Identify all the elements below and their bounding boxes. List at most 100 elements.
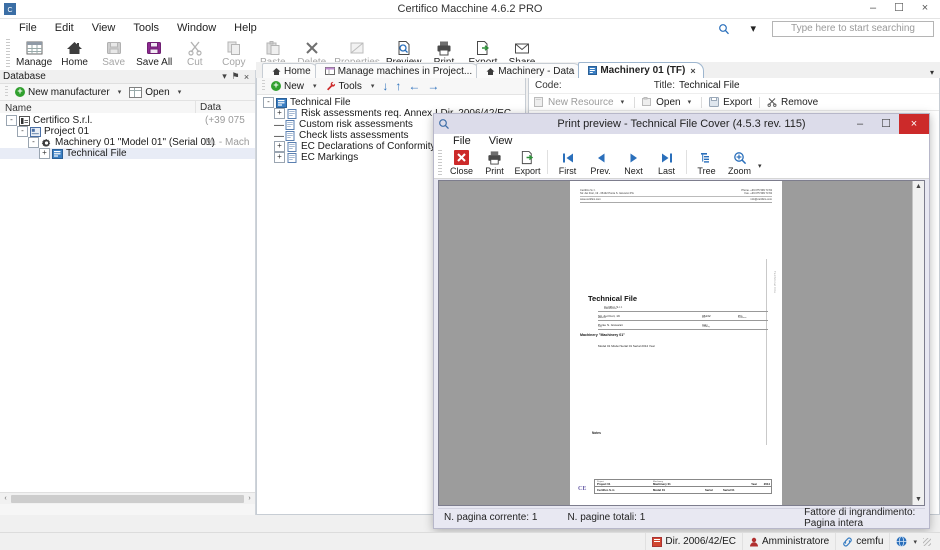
expander-icon[interactable]: - (6, 115, 17, 126)
menu-tools[interactable]: Tools (124, 20, 168, 36)
preview-close-button[interactable]: Close (445, 148, 478, 176)
status-connection[interactable]: cemfu (835, 533, 889, 550)
expander-icon[interactable]: - (28, 137, 39, 148)
tree-row[interactable]: - Project 01 (0, 126, 255, 137)
cut-button[interactable]: Cut (175, 37, 214, 68)
move-down-icon[interactable]: ↓ (380, 79, 390, 93)
menu-view[interactable]: View (83, 20, 125, 36)
menu-edit[interactable]: Edit (46, 20, 83, 36)
home-button[interactable]: Home (55, 37, 94, 68)
scroll-thumb[interactable] (11, 495, 244, 503)
panel-close-button[interactable]: × (241, 72, 252, 82)
tab-home[interactable]: Home (262, 63, 319, 78)
move-up-icon[interactable]: ↑ (393, 79, 403, 93)
scroll-up-arrow[interactable]: ▲ (913, 181, 924, 192)
minimize-button[interactable]: – (860, 0, 886, 17)
expander-icon[interactable]: + (274, 108, 285, 119)
open-caret[interactable]: ▾ (175, 88, 185, 96)
first-page-button[interactable]: First (551, 148, 584, 176)
dialog-close-button[interactable]: × (899, 114, 929, 134)
open-resource-caret[interactable]: ▾ (685, 98, 695, 106)
zoom-factor-status: Fattore di ingrandimento: Pagina intera (798, 507, 925, 529)
expander-icon[interactable]: - (17, 126, 28, 137)
zoom-icon (726, 149, 753, 166)
tree-toolbar-grip[interactable] (262, 80, 265, 92)
panel-pin-button[interactable]: ⚑ (230, 71, 241, 82)
tree-row[interactable]: + Technical File (0, 148, 255, 159)
menu-help[interactable]: Help (225, 20, 266, 36)
title-value[interactable]: Technical File (679, 80, 740, 91)
tree-button[interactable]: Tree (690, 148, 723, 176)
dialog-menu-file[interactable]: File (444, 134, 480, 148)
preview-export-button[interactable]: Export (511, 148, 544, 176)
dialog-title-bar[interactable]: Print preview - Technical File Cover (4.… (434, 114, 929, 134)
search-icon[interactable] (709, 21, 739, 37)
scroll-down-arrow[interactable]: ▼ (913, 494, 924, 505)
status-globe[interactable]: ▾ (889, 533, 940, 550)
database-hscrollbar[interactable]: ‹ › (0, 492, 255, 504)
prev-page-button[interactable]: Prev. (584, 148, 617, 176)
preview-icon (386, 38, 422, 57)
preview-print-button[interactable]: Print (478, 148, 511, 176)
copy-button[interactable]: Copy (214, 37, 253, 68)
new-manufacturer-button[interactable]: + New manufacturer (12, 86, 113, 99)
new-node-button[interactable]: + New (268, 80, 307, 93)
status-user[interactable]: Amministratore (742, 533, 835, 550)
zoom-button[interactable]: Zoom (723, 148, 756, 176)
tab-machinery-data[interactable]: Machinery - Data (476, 63, 582, 78)
new-manufacturer-caret[interactable]: ▾ (115, 88, 125, 96)
expander-icon[interactable]: + (274, 152, 285, 163)
new-resource-label[interactable]: New Resource (548, 97, 614, 108)
search-input[interactable]: Type here to start searching (772, 21, 934, 37)
last-page-button[interactable]: Last (650, 148, 683, 176)
panel-menu-button[interactable]: ▾ (219, 71, 230, 82)
tab-machinery-01-tf[interactable]: Machinery 01 (TF) × (578, 62, 703, 78)
toolbar-grip[interactable] (6, 39, 10, 69)
preview-canvas[interactable]: Certifico S.r.l. Phone. +39 075 599 73 6… (438, 180, 925, 506)
tree-row[interactable]: - Technical File (261, 97, 525, 108)
manage-button[interactable]: Manage (13, 37, 55, 68)
new-resource-caret[interactable]: ▾ (618, 98, 628, 106)
menu-file[interactable]: File (10, 20, 46, 36)
dialog-menu-view[interactable]: View (480, 134, 522, 148)
tools-caret[interactable]: ▾ (368, 82, 378, 90)
expander-icon[interactable]: - (263, 97, 274, 108)
dialog-maximize-button[interactable]: ☐ (873, 114, 899, 134)
tree-row[interactable]: - Machinery 01 "Model 01" (Serial 01) M.… (0, 137, 255, 148)
tree-row[interactable]: - Certifico S.r.l. (+39 075 (0, 115, 255, 126)
close-icon[interactable]: × (690, 66, 695, 76)
status-directive[interactable]: Dir. 2006/42/EC (645, 533, 742, 550)
expander-icon[interactable]: + (39, 148, 50, 159)
move-left-icon[interactable]: ← (406, 79, 422, 93)
remove-label[interactable]: Remove (781, 97, 818, 108)
save-all-button[interactable]: Save All (133, 37, 175, 68)
tools-button[interactable]: Tools (323, 80, 365, 93)
column-name[interactable]: Name (0, 103, 195, 114)
preview-vscrollbar[interactable]: ▲ ▼ (912, 181, 924, 505)
resize-grip[interactable] (923, 538, 931, 546)
chevron-down-icon[interactable]: ▾ (930, 68, 934, 77)
save-button[interactable]: Save (94, 37, 133, 68)
expander-icon[interactable]: + (274, 141, 285, 152)
panel-toolbar-grip[interactable] (5, 86, 8, 98)
scroll-right-arrow[interactable]: › (244, 495, 255, 502)
footer-extra-value: Serial 01 (723, 488, 735, 492)
zoom-caret[interactable]: ▾ (758, 162, 762, 170)
new-node-caret[interactable]: ▾ (310, 82, 320, 90)
open-button[interactable]: Open (126, 86, 172, 99)
close-button[interactable]: × (912, 0, 938, 17)
menu-bar: File Edit View Tools Window Help ▾ Type … (0, 19, 940, 37)
export-resource-label[interactable]: Export (723, 97, 752, 108)
search-dropdown-caret[interactable]: ▾ (741, 20, 765, 37)
tab-manage-machines[interactable]: Manage machines in Project... (315, 63, 481, 78)
move-right-icon[interactable]: → (425, 79, 441, 93)
scroll-left-arrow[interactable]: ‹ (0, 495, 11, 502)
menu-window[interactable]: Window (168, 20, 225, 36)
footer-row: Certifico S.r.l. Model 01 Serial Serial … (595, 487, 771, 493)
status-globe-caret[interactable]: ▾ (910, 538, 920, 546)
dialog-toolbar-grip[interactable] (438, 150, 442, 175)
dialog-minimize-button[interactable]: – (847, 114, 873, 134)
maximize-button[interactable]: ☐ (886, 0, 912, 17)
open-resource-label[interactable]: Open (656, 97, 680, 108)
next-page-button[interactable]: Next (617, 148, 650, 176)
